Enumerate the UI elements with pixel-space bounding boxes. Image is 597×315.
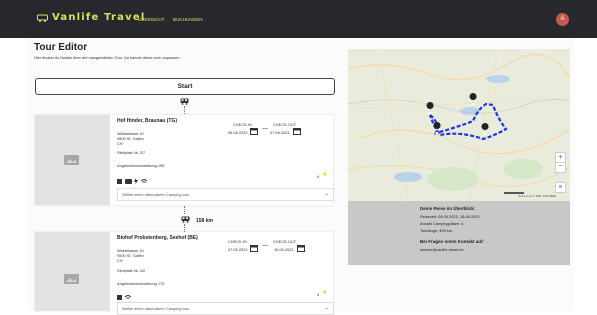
checkin-label: CHECK-IN (228, 239, 247, 244)
map-attribution: Terms of use © 1987–2023 HERE (518, 195, 556, 198)
scale-bar (504, 192, 524, 194)
rating-value: 4 (317, 292, 320, 297)
stop-card: Biohof Probstenberg, Seehof (BE) Waldstr… (35, 232, 334, 315)
checkin-date[interactable]: 07.06.2023 (228, 247, 247, 252)
map-canvas[interactable] (348, 49, 570, 201)
image-placeholder-icon (64, 274, 79, 284)
start-box[interactable]: Start (35, 78, 335, 95)
alternative-camping-select[interactable]: Wähle einen alternativen Camping aus ⌄ (117, 302, 334, 315)
calendar-icon[interactable] (293, 127, 301, 135)
avatar[interactable]: A (556, 13, 569, 26)
page-title: Tour Editor (34, 42, 88, 53)
zoom-out-button[interactable]: − (555, 162, 566, 173)
top-bar: Vanlife Travel ÜBERSICHT BUCHUNGEN A (0, 0, 597, 38)
address-country: CH (117, 258, 123, 263)
image-placeholder-icon (64, 155, 79, 165)
chevron-down-icon: ⌄ (324, 305, 329, 311)
route-connector (184, 224, 185, 232)
address-country: CH (117, 141, 123, 146)
van-logo-icon (37, 14, 48, 22)
alternative-camping-select[interactable]: Wähle einen alternativen Camping aus ⌄ (117, 188, 334, 201)
camping-image (35, 115, 110, 205)
date-separator: — (262, 243, 268, 249)
page-subtitle: Hier findest du Details über den ausgewä… (34, 55, 181, 60)
checkout-date[interactable]: 07.06.2023 (270, 130, 289, 135)
nav-bookings[interactable]: BUCHUNGEN (173, 17, 203, 22)
nav-overview[interactable]: ÜBERSICHT (138, 17, 165, 22)
checkin-date[interactable]: 06.06.2023 (228, 130, 247, 135)
calendar-icon[interactable] (297, 244, 305, 252)
spot-number: Stellplatz Nr. i37 (117, 150, 146, 155)
checkout-label: CHECK-OUT (273, 239, 297, 244)
select-placeholder: Wähle einen alternativen Camping aus (122, 306, 189, 311)
chevron-down-icon: ⌄ (324, 191, 329, 197)
distance-label: 158 km (196, 218, 213, 224)
van-icon (180, 98, 189, 105)
route-connector (184, 106, 185, 114)
spot-number: Stellplatz Nr. i42 (117, 268, 146, 273)
camping-name: Hof Hinder, Braunau (TG) (117, 118, 177, 124)
brand-name[interactable]: Vanlife Travel (52, 12, 145, 23)
rating-star-icon: ★ (322, 172, 328, 178)
camping-image (35, 232, 110, 311)
checkin-label: CHECK-IN (233, 122, 252, 127)
offer-description: Angebotsbeschreibung 195 (117, 163, 165, 168)
summary-reisezeit: Reisezeit: 06.06.2023 -15.06.2023 (420, 214, 480, 219)
summary-length: Tourlänge: 499 km (420, 228, 453, 233)
amenity-icons (117, 295, 132, 300)
amenity-icons (117, 178, 148, 185)
checkout-date[interactable]: 15.06.2023 (274, 247, 293, 252)
route-connector (184, 206, 185, 214)
contact-email[interactable]: service@vanlife-travel.ch (420, 247, 464, 252)
rating-star-icon: ★ (322, 290, 328, 296)
calendar-icon[interactable] (250, 244, 258, 252)
summary-count: Anzahl Campingplätze: 4 (420, 221, 464, 226)
camping-name: Biohof Probstenberg, Seehof (BE) (117, 235, 198, 241)
contact-heading: Bei Fragen nimm Kontakt auf: (420, 239, 485, 244)
layers-button[interactable]: ≋ (555, 182, 566, 193)
tour-summary: Deine Reise im Überblick: Reisezeit: 06.… (348, 201, 570, 265)
date-separator: — (262, 126, 268, 132)
summary-heading: Deine Reise im Überblick: (420, 206, 476, 211)
stop-card: Hof Hinder, Braunau (TG) Waldstrasse 10 … (35, 115, 334, 205)
select-placeholder: Wähle einen alternativen Camping aus (122, 192, 189, 197)
route-map[interactable]: + − ≋ Terms of use © 1987–2023 HERE (348, 49, 570, 201)
rating-value: 4 (317, 174, 320, 179)
calendar-icon[interactable] (250, 127, 258, 135)
van-icon (181, 216, 190, 223)
offer-description: Angebotsbeschreibung 175 (117, 281, 165, 286)
